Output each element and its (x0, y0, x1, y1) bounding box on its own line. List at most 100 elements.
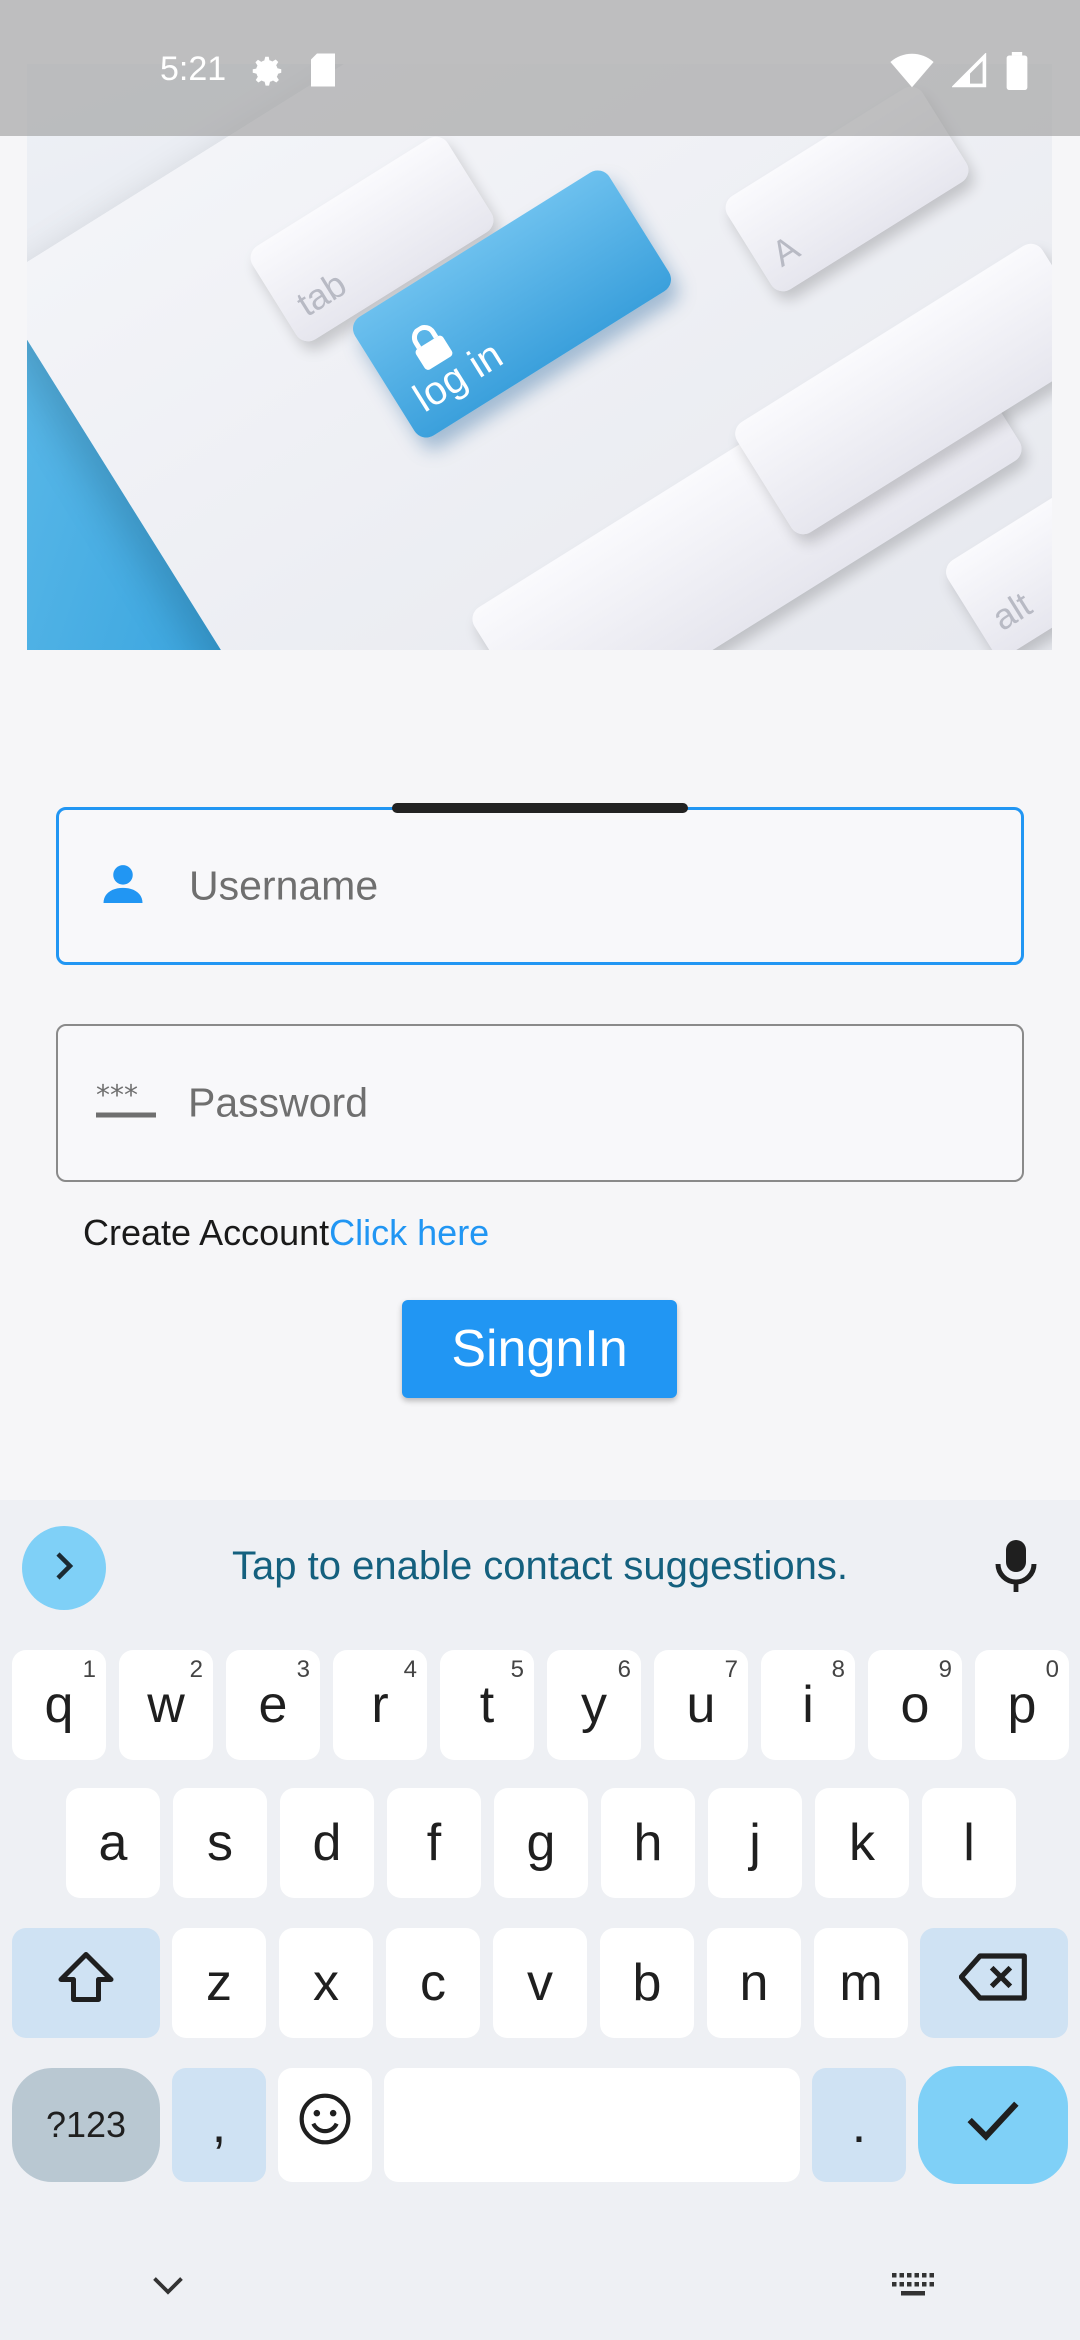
signin-button[interactable]: SingnIn (402, 1300, 677, 1398)
battery-icon (1006, 52, 1028, 99)
create-account-row: Create AccountClick here (83, 1212, 489, 1254)
suggestion-strip: Tap to enable contact suggestions. (0, 1500, 1080, 1630)
create-account-label: Create Account (83, 1212, 330, 1253)
key-hint: 1 (82, 1656, 96, 1683)
key-label: x (313, 1954, 339, 2012)
key-label: u (686, 1676, 716, 1734)
key-n[interactable]: n (707, 1928, 801, 2038)
key-hint: 5 (510, 1656, 524, 1683)
keyboard-switch-icon[interactable] (890, 2270, 936, 2305)
key-c[interactable]: c (386, 1928, 480, 2038)
key-b[interactable]: b (600, 1928, 694, 2038)
hero-key-a-label: A (764, 226, 807, 275)
key-t[interactable]: t5 (440, 1650, 534, 1760)
username-placeholder: Username (189, 862, 379, 909)
key-w[interactable]: w2 (119, 1650, 213, 1760)
key-hint: 3 (296, 1656, 310, 1683)
key-label: g (526, 1814, 556, 1872)
hide-keyboard-chevron-icon[interactable] (150, 2272, 186, 2305)
key-p[interactable]: p0 (975, 1650, 1069, 1760)
key-z[interactable]: z (172, 1928, 266, 2038)
key-label: j (749, 1814, 761, 1872)
key-label: l (963, 1814, 975, 1872)
comma-key[interactable]: , (172, 2068, 266, 2182)
shift-icon (56, 1949, 116, 2018)
key-label: s (207, 1814, 233, 1872)
key-hint: 9 (938, 1656, 952, 1683)
home-gesture-handle[interactable] (392, 803, 688, 813)
key-d[interactable]: d (280, 1788, 374, 1898)
wifi-icon (890, 53, 934, 98)
period-key[interactable]: . (812, 2068, 906, 2182)
svg-text:***: *** (96, 1081, 138, 1112)
create-account-link[interactable]: Click here (329, 1212, 489, 1253)
backspace-icon (958, 1952, 1029, 2014)
key-o[interactable]: o9 (868, 1650, 962, 1760)
key-label: t (479, 1676, 495, 1734)
key-label: w (147, 1676, 185, 1734)
checkmark-icon (965, 2095, 1021, 2155)
password-placeholder: Password (188, 1079, 369, 1126)
status-bar: 5:21 (0, 0, 1080, 136)
nav-row (0, 2260, 1080, 2340)
key-label: b (632, 1954, 662, 2012)
key-j[interactable]: j (708, 1788, 802, 1898)
emoji-key[interactable] (278, 2068, 372, 2182)
enter-key[interactable] (918, 2066, 1068, 2184)
key-m[interactable]: m (814, 1928, 908, 2038)
key-label: e (258, 1676, 288, 1734)
key-v[interactable]: v (493, 1928, 587, 2038)
key-label: c (420, 1954, 446, 2012)
settings-gear-icon (248, 52, 286, 99)
key-x[interactable]: x (279, 1928, 373, 2038)
key-label: z (206, 1954, 232, 2012)
hero-image: tab log in shift A alt (27, 64, 1052, 650)
suggestion-text[interactable]: Tap to enable contact suggestions. (0, 1544, 1080, 1589)
symbols-key[interactable]: ?123 (12, 2068, 160, 2182)
key-hint: 4 (403, 1656, 417, 1683)
key-e[interactable]: e3 (226, 1650, 320, 1760)
key-label: h (633, 1814, 663, 1872)
hero-key-alt-label: alt (984, 583, 1039, 639)
space-key[interactable] (384, 2068, 800, 2182)
hero-key-tab-label: tab (289, 263, 354, 325)
key-label: p (1007, 1676, 1037, 1734)
key-f[interactable]: f (387, 1788, 481, 1898)
key-label: i (802, 1676, 814, 1734)
key-u[interactable]: u7 (654, 1650, 748, 1760)
key-h[interactable]: h (601, 1788, 695, 1898)
key-label: d (312, 1814, 342, 1872)
key-s[interactable]: s (173, 1788, 267, 1898)
key-a[interactable]: a (66, 1788, 160, 1898)
key-l[interactable]: l (922, 1788, 1016, 1898)
key-r[interactable]: r4 (333, 1650, 427, 1760)
password-field[interactable]: *** Password (56, 1024, 1024, 1182)
key-g[interactable]: g (494, 1788, 588, 1898)
microphone-icon[interactable] (992, 1536, 1040, 1601)
key-hint: 7 (724, 1656, 738, 1683)
shift-key[interactable] (12, 1928, 160, 2038)
password-icon: *** (96, 1079, 156, 1126)
key-label: q (44, 1676, 74, 1734)
key-y[interactable]: y6 (547, 1650, 641, 1760)
key-hint: 0 (1045, 1656, 1059, 1683)
cell-signal-icon (951, 52, 988, 98)
key-label: r (371, 1676, 389, 1734)
key-label: f (426, 1814, 442, 1872)
key-hint: 8 (831, 1656, 845, 1683)
username-field[interactable]: Username (56, 807, 1024, 965)
sd-card-icon (308, 52, 338, 99)
person-icon (97, 858, 149, 915)
key-label: m (839, 1954, 883, 2012)
key-k[interactable]: k (815, 1788, 909, 1898)
key-hint: 6 (617, 1656, 631, 1683)
backspace-key[interactable] (920, 1928, 1068, 2038)
key-label: o (900, 1676, 930, 1734)
key-i[interactable]: i8 (761, 1650, 855, 1760)
emoji-icon (297, 2091, 353, 2160)
status-time: 5:21 (160, 50, 227, 88)
key-label: n (739, 1954, 769, 2012)
key-label: a (98, 1814, 128, 1872)
key-label: k (849, 1814, 875, 1872)
key-q[interactable]: q1 (12, 1650, 106, 1760)
